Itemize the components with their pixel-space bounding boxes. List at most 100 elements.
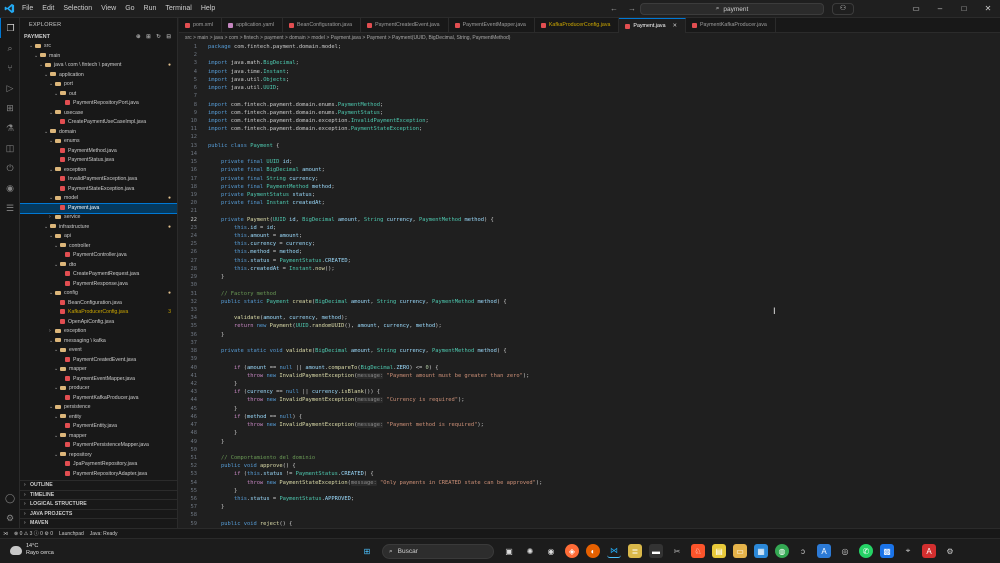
sidebar-section-java-projects[interactable]: › JAVA PROJECTS [20,508,177,519]
sidebar-section-timeline[interactable]: › TIMELINE [20,489,177,500]
tree-folder[interactable]: ⌄ usecase [20,109,177,119]
weather-widget[interactable]: 14°C Rayo cerca [10,543,54,557]
code-line[interactable]: 16 private final BigDecimal amount; [179,166,1000,174]
extensions-icon[interactable]: ⊞ [0,98,20,118]
tree-file[interactable]: InvalidPaymentException.java [20,175,177,185]
menu-item-view[interactable]: View [101,5,116,12]
code-line[interactable]: 10 import com.fintech.payment.domain.exce… [179,117,1000,125]
tree-folder[interactable]: ⌄ enums [20,137,177,147]
tree-folder[interactable]: ⌄ producer [20,384,177,394]
tree-folder[interactable]: ⌄ entity [20,413,177,423]
code-line[interactable]: 24 this.amount = amount; [179,232,1000,240]
code-line[interactable]: 26 this.method = method; [179,248,1000,256]
windows-start-icon[interactable]: ⊞ [360,544,374,558]
tree-file[interactable]: PaymentStatus.java [20,156,177,166]
editor-tab[interactable]: pom.xml [179,18,223,33]
menu-item-selection[interactable]: Selection [63,5,92,12]
taskbar-search[interactable]: ⌕ Buscar [382,544,494,559]
code-line[interactable]: 36 } [179,331,1000,339]
code-line[interactable]: 41 throw new InvalidPaymentException(mes… [179,372,1000,380]
tree-folder[interactable]: › exception [20,327,177,337]
back-arrow-icon[interactable]: ← [610,4,618,13]
photos-icon[interactable]: ▩ [880,544,894,558]
search-icon[interactable]: ⌕ [0,38,20,58]
tree-folder[interactable]: ⌄ config ● [20,289,177,299]
code-line[interactable]: 23 this.id = id; [179,224,1000,232]
code-line[interactable]: 50 [179,446,1000,454]
whatsapp-icon[interactable]: ✆ [859,544,873,558]
sidebar-section-outline[interactable]: › OUTLINE [20,480,177,490]
code-line[interactable]: 59 public void reject() { [179,520,1000,528]
minimize-button[interactable]: – [928,0,952,18]
code-line[interactable]: 30 [179,281,1000,289]
remote-icon[interactable]: ⋊ [3,531,8,537]
tree-file[interactable]: PaymentEntity.java [20,422,177,432]
github-desktop-icon[interactable]: ◉ [544,544,558,558]
tree-folder[interactable]: ⌄ java \ com \ fintech \ payment ● [20,61,177,71]
task-view-icon[interactable]: ▣ [502,544,516,558]
explorer-toolbar[interactable]: ⊕ ⊞ ↻ ⊟ [136,32,173,42]
snipping-tool-icon[interactable]: ✂ [670,544,684,558]
vscode-taskbar-icon[interactable]: ⋈ [607,544,621,558]
forward-arrow-icon[interactable]: → [628,4,636,13]
menu-item-file[interactable]: File [22,5,33,12]
maps-icon[interactable]: ⌖ [901,544,915,558]
code-line[interactable]: 17 private final String currency; [179,175,1000,183]
spring-boot-icon[interactable]: ⏻ [0,158,20,178]
tree-folder[interactable]: ⌄ model ● [20,194,177,204]
code-line[interactable]: 9 import com.fintech.payment.domain.enums… [179,109,1000,117]
close-button[interactable]: ✕ [976,0,1000,18]
code-line[interactable]: 8 import com.fintech.payment.domain.enums… [179,101,1000,109]
code-line[interactable]: 53 if (this.status != PaymentStatus.CREA… [179,470,1000,478]
system-settings-icon[interactable]: ⚙ [943,544,957,558]
explorer-icon[interactable]: ❐ [0,18,20,38]
code-line[interactable]: 42 } [179,380,1000,388]
tree-file[interactable]: PaymentMethod.java [20,147,177,157]
sidebar-section-logical-structure[interactable]: › LOGICAL STRUCTURE [20,499,177,509]
code-line[interactable]: 37 [179,339,1000,347]
tree-folder[interactable]: ⌄ mapper [20,365,177,375]
calendar-icon[interactable]: ▦ [754,544,768,558]
tree-file[interactable]: CreatePaymentUseCaseImpl.java [20,118,177,128]
sidebar-section-maven[interactable]: › MAVEN [20,518,177,528]
tree-file[interactable]: PaymentEventMapper.java [20,375,177,385]
editor-tab[interactable]: Payment.java ✕ [619,18,686,33]
code-line[interactable]: 56 this.status = PaymentStatus.APPROVED; [179,495,1000,503]
code-line[interactable]: 22 private Payment(UUID id, BigDecimal a… [179,216,1000,224]
code-line[interactable]: 18 private final PaymentMethod method; [179,183,1000,191]
code-line[interactable]: 43 if (currency == null || currency.isBl… [179,388,1000,396]
tree-file[interactable]: PaymentRepositoryAdapter.java [20,470,177,480]
code-line[interactable]: 49 } [179,438,1000,446]
code-line[interactable]: 6 import java.util.UUID; [179,84,1000,92]
chatgpt-icon[interactable]: ✺ [523,544,537,558]
code-editor[interactable]: 1 package com.fintech.payment.domain.mode… [179,43,1000,528]
menu-item-go[interactable]: Go [125,5,134,12]
tree-file[interactable]: OpenApiConfig.java [20,318,177,328]
tree-folder[interactable]: ⌄ out [20,90,177,100]
code-line[interactable]: 4 import java.time.Instant; [179,68,1000,76]
tree-file[interactable]: PaymentCreatedEvent.java [20,356,177,366]
tree-file[interactable]: KafkaProducerConfig.java 3 [20,308,177,318]
remote-explorer-icon[interactable]: ◫ [0,138,20,158]
code-line[interactable]: 31 // Factory method [179,290,1000,298]
source-control-icon[interactable]: ⑂ [0,58,20,78]
tree-folder[interactable]: ⌄ controller [20,242,177,252]
tree-file[interactable]: PaymentPersistenceMapper.java [20,441,177,451]
tree-folder[interactable]: ⌄ infrastructure ● [20,223,177,233]
editor-tab[interactable]: KafkaProducerConfig.java [535,18,620,33]
tree-folder[interactable]: ⌄ port [20,80,177,90]
file-explorer-icon[interactable]: ▭ [733,544,747,558]
code-line[interactable]: 35 return new Payment(UUID.randomUUID(),… [179,322,1000,330]
code-line[interactable]: 21 [179,207,1000,215]
code-line[interactable]: 29 } [179,273,1000,281]
code-line[interactable]: 39 [179,355,1000,363]
tree-file[interactable]: BeanConfiguration.java [20,299,177,309]
tree-file[interactable]: Payment.java [20,202,177,214]
acrobat-icon[interactable]: A [922,544,936,558]
gamepad-icon[interactable]: ◎ [838,544,852,558]
problems-indicator[interactable]: ⊗ 0 ⚠ 3 ⓘ 0 ⚙ 0 [14,530,53,537]
code-line[interactable]: 14 [179,150,1000,158]
tree-file[interactable]: PaymentResponse.java [20,280,177,290]
testing-icon[interactable]: ⚗ [0,118,20,138]
tree-folder[interactable]: ⌄ main [20,52,177,62]
